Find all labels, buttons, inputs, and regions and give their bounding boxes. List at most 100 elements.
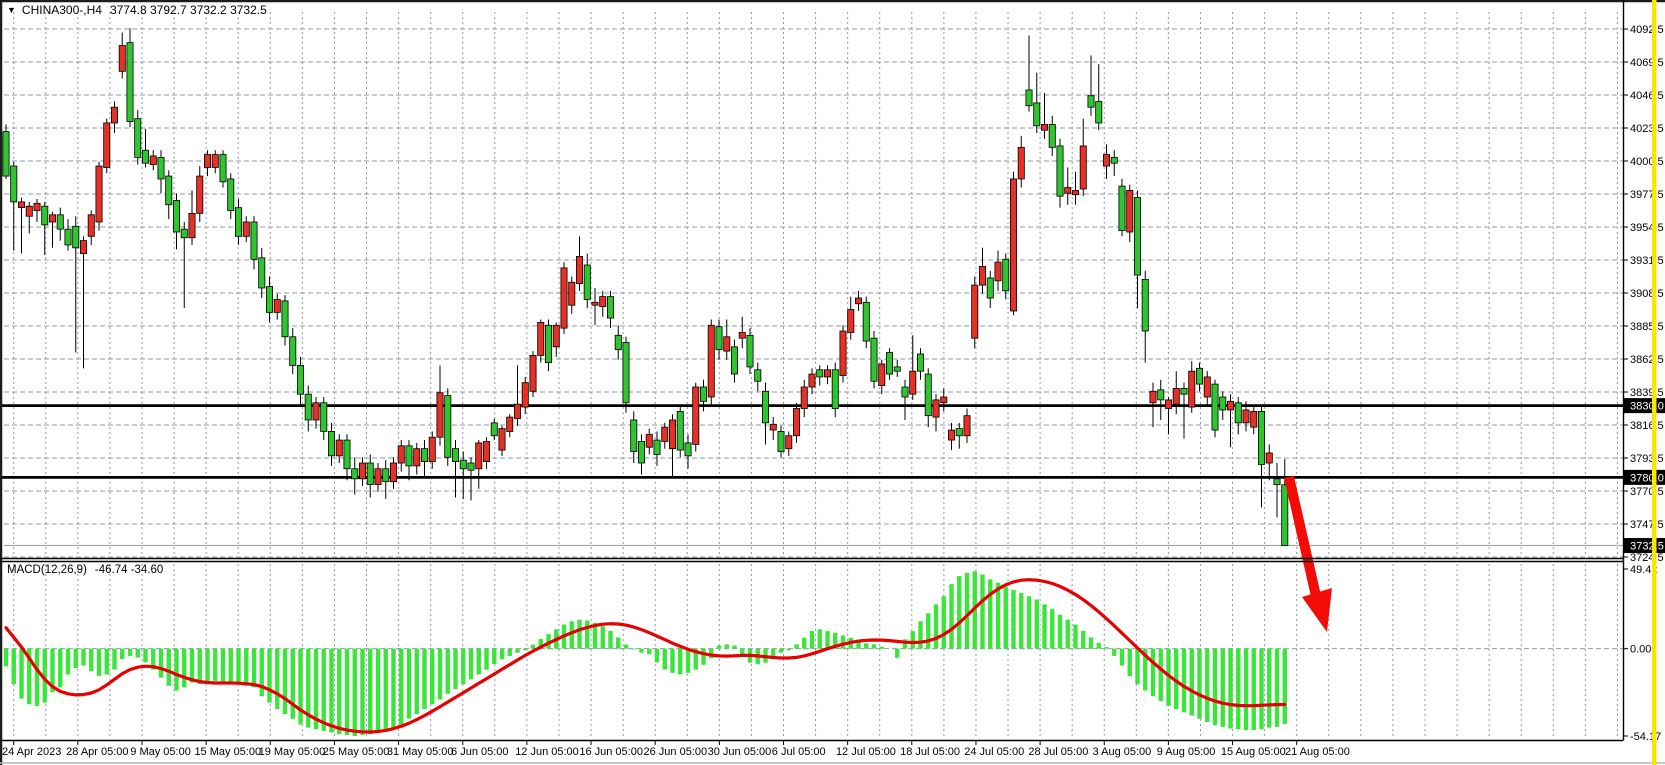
candle-body [848, 310, 854, 333]
trend-arrow-annotation[interactable] [1289, 477, 1332, 632]
candle-body [840, 331, 846, 375]
candle-body [1034, 103, 1040, 126]
candle-body [941, 397, 947, 403]
time-tick-label: 6 Jul 05:00 [772, 746, 826, 758]
candle-body [910, 371, 916, 394]
bar-ohlc-readout: 3774.8 3792.7 3732.2 3732.5 [110, 3, 267, 17]
candle-body [700, 387, 706, 401]
candle-body [49, 215, 55, 222]
candle-body [801, 387, 807, 409]
candle-body [158, 157, 164, 179]
chart-canvas[interactable]: 4092.54069.54046.54023.54000.53977.53954… [0, 0, 1665, 765]
candle-body [421, 449, 427, 462]
price-badge-value: 3830.0 [1630, 401, 1664, 413]
price-badge: 3732.5 [1624, 538, 1665, 553]
candle-body [979, 266, 985, 285]
candle-body [297, 365, 303, 394]
time-tick-label: 15 Aug 05:00 [1221, 746, 1286, 758]
candle-body [824, 370, 830, 377]
candle-body [600, 297, 606, 307]
candle-body [1018, 147, 1024, 179]
candle-body [786, 436, 792, 449]
candle-body [522, 383, 528, 407]
candle-body [964, 416, 970, 436]
price-axis[interactable]: 4092.54069.54046.54023.54000.53977.53954… [1623, 24, 1665, 743]
time-axis[interactable]: 24 Apr 202328 Apr 05:009 May 05:0015 May… [2, 741, 1350, 759]
candle-body [73, 226, 79, 248]
candle-body [328, 431, 334, 455]
price-tick-label: 3977.5 [1630, 189, 1664, 201]
candle-body [933, 400, 939, 417]
price-tick-label: 3908.5 [1630, 288, 1664, 300]
candle-body [181, 229, 187, 238]
candle-body [662, 427, 668, 441]
time-tick-label: 16 Jun 05:00 [579, 746, 643, 758]
candle-body [499, 429, 505, 451]
candle-body [26, 206, 32, 216]
candle-body [1274, 479, 1280, 485]
candle-body [42, 206, 48, 225]
price-tick-label: 4046.5 [1630, 90, 1664, 102]
candle-body [375, 469, 381, 485]
candle-body [150, 156, 156, 165]
candle-body [65, 229, 71, 245]
mt4-chart-window: 4092.54069.54046.54023.54000.53977.53954… [0, 0, 1665, 765]
candle-body [1057, 146, 1063, 196]
candle-body [1003, 259, 1009, 291]
candle-body [569, 282, 575, 305]
price-tick-label: 3839.5 [1630, 387, 1664, 399]
candle-body [592, 302, 598, 305]
candle-body [1181, 388, 1187, 394]
candle-body [1119, 186, 1125, 230]
candle-body [1243, 410, 1249, 423]
time-tick-label: 24 Jul 05:00 [964, 746, 1024, 758]
candle-body [538, 322, 544, 355]
macd-histogram [6, 571, 1285, 736]
candle-body [1010, 179, 1016, 311]
candle-body [693, 387, 699, 444]
time-tick-label: 6 Jun 05:00 [451, 746, 509, 758]
candle-body [948, 430, 954, 440]
candle-body [34, 203, 40, 210]
candle-body [615, 335, 621, 349]
candle-body [987, 278, 993, 298]
candle-body [189, 213, 195, 237]
candle-body [1258, 411, 1264, 464]
symbol-period-label: CHINA300-,H4 [22, 3, 102, 17]
time-tick-label: 24 Apr 2023 [2, 746, 61, 758]
candle-body [1204, 377, 1210, 397]
candle-body [437, 393, 443, 437]
candle-body [212, 155, 218, 168]
time-tick-label: 9 Aug 05:00 [1157, 746, 1216, 758]
candle-body [1196, 368, 1202, 384]
candle-body [817, 370, 823, 377]
candle-body [220, 155, 226, 182]
time-tick-label: 25 May 05:00 [323, 746, 390, 758]
candle-body [11, 166, 17, 202]
candle-body [88, 215, 94, 237]
time-tick-label: 3 Aug 05:00 [1093, 746, 1152, 758]
candle-body [383, 469, 389, 482]
horizontal-level-lines[interactable] [0, 406, 1623, 478]
candle-body [514, 404, 520, 418]
time-tick-label: 12 Jul 05:00 [836, 746, 896, 758]
candle-body [1150, 391, 1156, 402]
candle-body [96, 166, 102, 222]
symbol-dropdown-icon[interactable]: ▼ [7, 5, 16, 15]
candle-body [755, 370, 761, 381]
candle-body [1158, 390, 1164, 400]
time-tick-label: 30 Jun 05:00 [708, 746, 772, 758]
candle-body [57, 215, 63, 229]
candle-body [445, 396, 451, 458]
candle-body [1065, 188, 1071, 194]
candle-body [925, 374, 931, 416]
macd-name-label: MACD(12,26,9) [7, 564, 87, 576]
time-tick-label: 18 Jul 05:00 [900, 746, 960, 758]
price-badge: 3830.0 [1624, 398, 1665, 413]
candle-body [1235, 403, 1241, 423]
candle-body [1049, 124, 1055, 147]
candle-body [166, 176, 172, 205]
candle-body [452, 449, 458, 462]
candle-body [204, 155, 210, 168]
candle-body [1080, 146, 1086, 189]
